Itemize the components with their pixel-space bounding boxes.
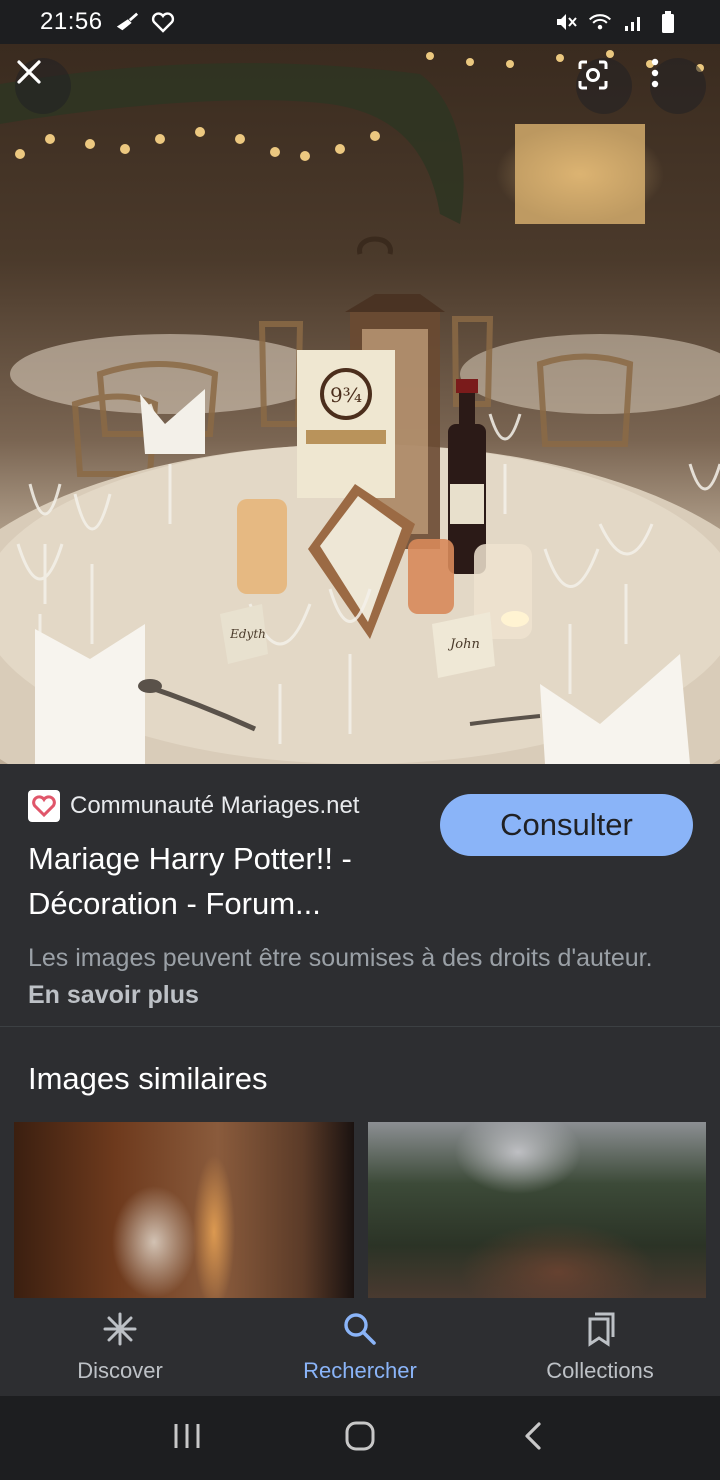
result-info-panel: Communauté Mariages.net Consulter Mariag… bbox=[0, 764, 720, 1026]
source-logo-icon bbox=[28, 790, 60, 822]
result-image[interactable]: 9¾ John Edyth bbox=[0, 44, 720, 764]
nav-collections-label: Collections bbox=[546, 1357, 654, 1383]
home-button[interactable] bbox=[330, 1408, 390, 1468]
signal-icon bbox=[622, 10, 646, 34]
status-bar: 21:56 bbox=[0, 0, 720, 44]
recents-icon bbox=[172, 1422, 202, 1455]
bottom-navigation: Discover Rechercher Collections bbox=[0, 1298, 720, 1396]
home-icon bbox=[344, 1420, 376, 1457]
system-navigation-bar bbox=[0, 1396, 720, 1480]
source-name: Communauté Mariages.net bbox=[70, 792, 360, 819]
table-scene-illustration: 9¾ John Edyth bbox=[0, 50, 720, 764]
heart-outline-icon bbox=[151, 10, 175, 34]
svg-text:John: John bbox=[447, 637, 480, 652]
disclaimer-text: Les images peuvent être soumises à des d… bbox=[28, 944, 653, 972]
lens-button[interactable] bbox=[576, 58, 632, 114]
svg-text:Edyth: Edyth bbox=[229, 627, 266, 641]
similar-images-section: Images similaires bbox=[0, 1026, 720, 1299]
source-row[interactable]: Communauté Mariages.net bbox=[28, 790, 359, 822]
nav-discover[interactable]: Discover bbox=[0, 1298, 240, 1396]
similar-image-thumbnail[interactable] bbox=[14, 1122, 354, 1299]
nav-search-label: Rechercher bbox=[303, 1357, 417, 1383]
nav-search[interactable]: Rechercher bbox=[240, 1298, 480, 1396]
similar-image-thumbnail[interactable] bbox=[368, 1122, 706, 1299]
consult-button[interactable]: Consulter bbox=[440, 794, 693, 856]
svg-text:9¾: 9¾ bbox=[330, 383, 362, 407]
nav-discover-label: Discover bbox=[77, 1357, 163, 1383]
nav-collections[interactable]: Collections bbox=[480, 1298, 720, 1396]
battery-icon bbox=[656, 10, 680, 34]
back-button[interactable] bbox=[503, 1408, 563, 1468]
asterisk-icon bbox=[102, 1311, 138, 1352]
mute-icon bbox=[554, 10, 578, 34]
more-options-button[interactable] bbox=[650, 58, 706, 114]
learn-more-link[interactable]: En savoir plus bbox=[28, 981, 199, 1009]
wifi-icon bbox=[588, 10, 612, 34]
back-icon bbox=[523, 1421, 543, 1456]
copyright-disclaimer: Les images peuvent être soumises à des d… bbox=[28, 940, 688, 1014]
broom-icon bbox=[115, 10, 139, 34]
recents-button[interactable] bbox=[157, 1408, 217, 1468]
status-time: 21:56 bbox=[40, 8, 103, 35]
result-title[interactable]: Mariage Harry Potter!! - Décoration - Fo… bbox=[28, 836, 428, 926]
collections-icon bbox=[582, 1311, 618, 1352]
similar-images-title: Images similaires bbox=[28, 1061, 268, 1096]
close-button[interactable] bbox=[15, 58, 71, 114]
search-icon bbox=[342, 1311, 378, 1352]
